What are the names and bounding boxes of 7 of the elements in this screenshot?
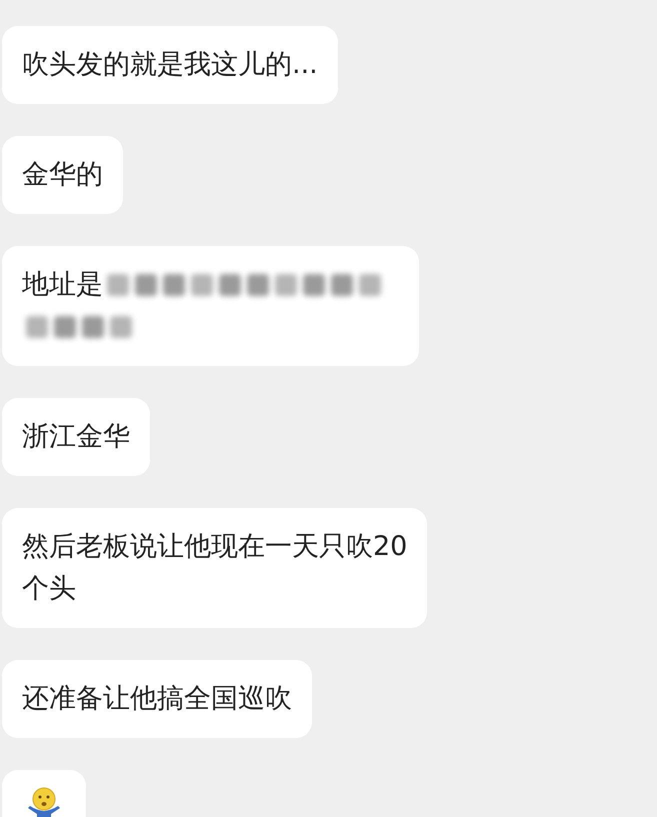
message-text: 金华的 — [22, 158, 103, 192]
message-text: 个头 — [22, 572, 77, 606]
message-text: 吹头发的就是我这儿的... — [22, 48, 318, 82]
message-text: 然后老板说让他现在一天只吹20 — [22, 530, 408, 564]
message-text: 还准备让他搞全国巡吹 — [22, 682, 292, 716]
message-text: 地址是 — [22, 268, 103, 302]
message-text: 浙江金华 — [22, 420, 130, 454]
